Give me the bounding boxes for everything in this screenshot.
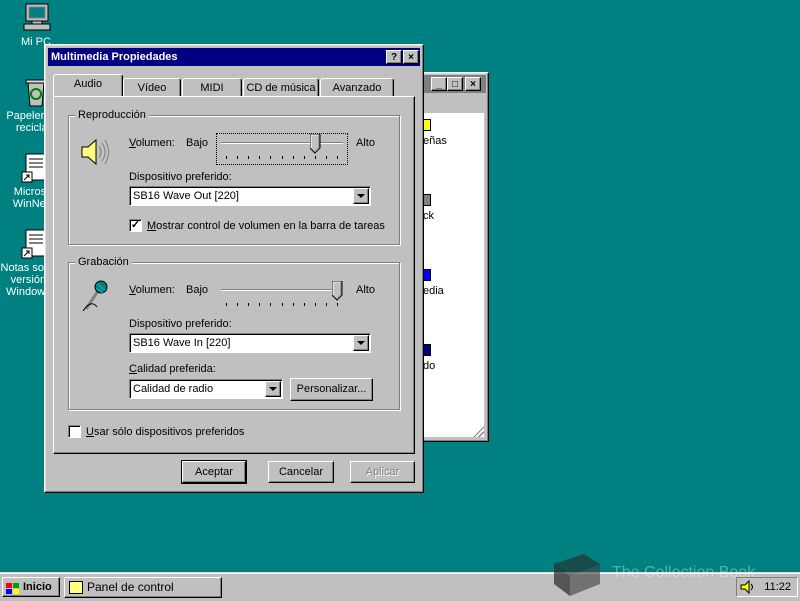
recording-high-label: Alto: [356, 284, 375, 296]
maximize-button[interactable]: □: [447, 77, 463, 91]
minimize-button[interactable]: _: [431, 77, 447, 91]
chevron-down-icon[interactable]: [353, 335, 369, 351]
ok-button[interactable]: Aceptar: [181, 460, 247, 484]
customize-button[interactable]: Personalizar...: [290, 378, 373, 401]
tab-video[interactable]: Vídeo: [123, 78, 181, 96]
speaker-icon: [79, 136, 111, 168]
multimedia-properties-dialog[interactable]: Multimedia Propiedades ? × Audio Vídeo M…: [44, 44, 424, 493]
slider-tick: [303, 303, 305, 306]
slider-tick: [237, 156, 239, 159]
taskbar-item-label: Panel de control: [87, 580, 174, 594]
slider-thumb[interactable]: [331, 280, 343, 301]
tab-advanced[interactable]: Avanzado: [320, 78, 394, 96]
show-volume-checkbox[interactable]: ✓: [129, 219, 142, 232]
slider-ticks: [217, 156, 347, 160]
slider-tick: [314, 156, 316, 159]
clock[interactable]: 11:22: [764, 581, 791, 593]
playback-low-label: Bajo: [186, 137, 209, 149]
playback-device-label: Dispositivo preferido:: [129, 171, 232, 183]
use-preferred-checkbox-label[interactable]: Usar sólo dispositivos preferidos: [86, 426, 244, 438]
recording-low-label: Bajo: [186, 284, 209, 296]
tab-midi[interactable]: MIDI: [182, 78, 242, 96]
slider-tick: [325, 303, 327, 306]
start-label: Inicio: [23, 581, 52, 593]
slider-tick: [226, 156, 227, 159]
show-volume-checkbox-label[interactable]: Mostrar control de volumen en la barra d…: [147, 220, 385, 232]
use-preferred-checkbox[interactable]: [68, 425, 81, 438]
recording-device-label: Dispositivo preferido:: [129, 318, 232, 330]
close-button[interactable]: ×: [403, 50, 419, 64]
slider-tick: [259, 156, 261, 159]
dialog-titlebar[interactable]: Multimedia Propiedades ? ×: [48, 48, 420, 66]
microphone-icon: [79, 279, 111, 313]
recording-group: Grabación Volumen: Bajo Alto Dispositivo…: [68, 255, 400, 410]
taskbar-item-control-panel[interactable]: Panel de control: [64, 577, 222, 598]
windows-logo-icon: [6, 582, 20, 594]
slider-tick: [314, 303, 316, 306]
system-tray: 11:22: [736, 577, 798, 597]
slider-tick: [337, 303, 338, 306]
apply-button[interactable]: Aplicar: [350, 461, 415, 483]
slider-tick: [281, 156, 283, 159]
recording-group-label: Grabación: [75, 255, 132, 269]
slider-tick: [226, 303, 227, 306]
volume-tray-icon[interactable]: [740, 579, 756, 595]
quality-label: Calidad preferida:: [129, 363, 216, 375]
playback-group: Reproducción Volumen: Bajo Alto Disposit…: [68, 108, 400, 245]
close-button[interactable]: ×: [465, 77, 481, 91]
dialog-title: Multimedia Propiedades: [51, 51, 178, 63]
slider-tick: [292, 156, 294, 159]
slider-tick: [303, 156, 305, 159]
audio-tab-panel: Reproducción Volumen: Bajo Alto Disposit…: [53, 96, 415, 454]
slider-tick: [248, 156, 250, 159]
slider-tick: [281, 303, 283, 306]
slider-tick: [325, 156, 327, 159]
recording-volume-slider[interactable]: [219, 280, 345, 311]
resize-grip-icon[interactable]: [472, 425, 484, 437]
slider-tick: [270, 156, 272, 159]
slider-tick: [237, 303, 239, 306]
tab-audio[interactable]: Audio: [53, 74, 123, 96]
start-button[interactable]: Inicio: [2, 577, 60, 597]
playback-volume-label: Volumen:: [129, 137, 175, 149]
desktop-icon-my-computer[interactable]: Mi PC: [0, 2, 72, 48]
slider-ticks: [219, 303, 345, 307]
recording-volume-label: Volumen:: [129, 284, 175, 296]
cancel-button[interactable]: Cancelar: [268, 461, 334, 483]
slider-tick: [259, 303, 261, 306]
recording-device-select[interactable]: SB16 Wave In [220]: [129, 333, 371, 353]
control-panel-icon: [69, 581, 83, 594]
help-button[interactable]: ?: [386, 50, 402, 64]
playback-device-select[interactable]: SB16 Wave Out [220]: [129, 186, 371, 206]
chevron-down-icon[interactable]: [265, 381, 281, 397]
slider-tick: [248, 303, 250, 306]
computer-icon: [20, 2, 52, 34]
slider-tick: [270, 303, 272, 306]
playback-high-label: Alto: [356, 137, 375, 149]
slider-tick: [337, 156, 338, 159]
tab-cd-music[interactable]: CD de música: [243, 78, 319, 96]
slider-tick: [292, 303, 294, 306]
quality-select[interactable]: Calidad de radio: [129, 379, 283, 399]
playback-group-label: Reproducción: [75, 108, 149, 122]
slider-thumb[interactable]: [309, 133, 321, 154]
playback-volume-slider[interactable]: [216, 133, 348, 165]
background-window-content: eñas ck edia do: [415, 113, 484, 437]
taskbar: Inicio Panel de control 11:22: [0, 572, 800, 601]
chevron-down-icon[interactable]: [353, 188, 369, 204]
